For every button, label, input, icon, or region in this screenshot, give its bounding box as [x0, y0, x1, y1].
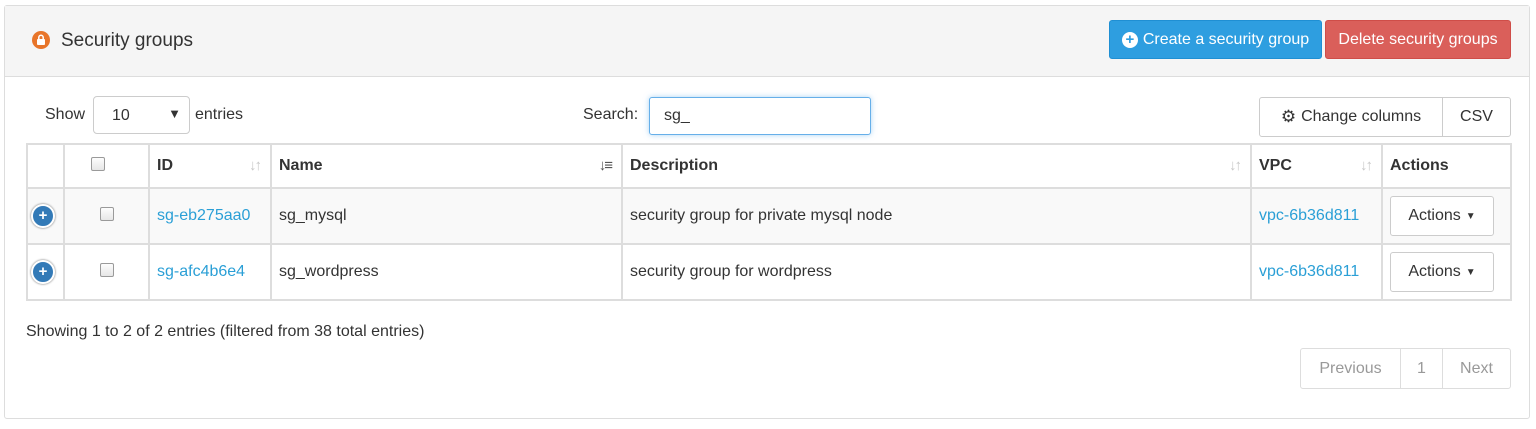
search-input[interactable]	[649, 97, 871, 135]
change-columns-button[interactable]: ⚙ Change columns	[1259, 97, 1443, 137]
column-header-vpc-label: VPC	[1259, 157, 1292, 174]
id-cell: sg-eb275aa0	[148, 187, 272, 245]
column-header-description[interactable]: Description ↓↑	[621, 143, 1252, 189]
description-cell: security group for private mysql node	[621, 187, 1252, 245]
csv-export-button[interactable]: CSV	[1442, 97, 1511, 137]
expand-row-icon[interactable]: +	[31, 204, 55, 228]
select-all-checkbox[interactable]	[90, 156, 105, 171]
expand-row-icon[interactable]: +	[31, 260, 55, 284]
description-cell: security group for wordpress	[621, 243, 1252, 301]
row-checkbox[interactable]	[100, 206, 114, 221]
row-actions-dropdown[interactable]: Actions ▼	[1390, 196, 1494, 236]
gear-icon: ⚙	[1280, 107, 1297, 126]
csv-label: CSV	[1460, 108, 1493, 125]
plus-circle-icon: +	[1121, 31, 1138, 48]
create-security-group-button[interactable]: + Create a security group	[1109, 20, 1322, 59]
column-header-vpc[interactable]: VPC ↓↑	[1250, 143, 1383, 189]
select-cell	[63, 187, 150, 245]
table-header-row: ID ↓↑ Name ↓≡ Description ↓↑ VPC ↓↑ Acti…	[26, 143, 1512, 189]
column-header-name-label: Name	[279, 157, 323, 174]
security-group-id-link[interactable]: sg-afc4b6e4	[157, 263, 245, 280]
row-checkbox[interactable]	[100, 262, 114, 277]
security-groups-table: ID ↓↑ Name ↓≡ Description ↓↑ VPC ↓↑ Acti…	[26, 143, 1512, 301]
change-columns-label: Change columns	[1301, 108, 1422, 125]
pagination-previous[interactable]: Previous	[1300, 348, 1401, 389]
page-size-value: 10	[112, 107, 130, 124]
pagination-page[interactable]: 1	[1400, 348, 1443, 389]
pagination-page-label: 1	[1417, 359, 1426, 377]
column-header-id-label: ID	[157, 157, 173, 174]
show-label: Show	[45, 106, 86, 123]
row-actions-dropdown[interactable]: Actions ▼	[1390, 252, 1494, 292]
expand-cell: +	[26, 243, 65, 301]
name-cell: sg_mysql	[270, 187, 623, 245]
caret-down-icon: ▼	[1465, 210, 1476, 222]
expand-column-header	[26, 143, 65, 189]
column-header-description-label: Description	[630, 157, 719, 174]
actions-cell: Actions ▼	[1381, 187, 1512, 245]
sort-ascending-icon: ↓≡	[598, 157, 613, 174]
caret-down-icon: ▼	[168, 106, 181, 121]
security-group-id-link[interactable]: sg-eb275aa0	[157, 207, 250, 224]
create-security-group-label: Create a security group	[1142, 30, 1310, 48]
pagination-next-label: Next	[1460, 359, 1493, 377]
actions-cell: Actions ▼	[1381, 243, 1512, 301]
pagination-previous-label: Previous	[1319, 359, 1382, 377]
select-cell	[63, 243, 150, 301]
column-header-id[interactable]: ID ↓↑	[148, 143, 272, 189]
vpc-link[interactable]: vpc-6b36d811	[1259, 207, 1359, 224]
sort-icon: ↓↑	[1360, 157, 1373, 174]
expand-cell: +	[26, 187, 65, 245]
select-all-header	[63, 143, 150, 189]
id-cell: sg-afc4b6e4	[148, 243, 272, 301]
row-actions-label: Actions	[1408, 263, 1461, 280]
column-header-actions-label: Actions	[1390, 157, 1449, 174]
page-title: Security groups	[61, 30, 194, 51]
sort-icon: ↓↑	[249, 157, 262, 174]
row-actions-label: Actions	[1408, 207, 1461, 224]
table-row: + sg-eb275aa0 sg_mysql security group fo…	[26, 187, 1512, 245]
caret-down-icon: ▼	[1465, 266, 1476, 278]
column-header-name[interactable]: Name ↓≡	[270, 143, 623, 189]
table-row: + sg-afc4b6e4 sg_wordpress security grou…	[26, 243, 1512, 301]
search-label: Search:	[583, 106, 639, 123]
vpc-cell: vpc-6b36d811	[1250, 187, 1383, 245]
delete-security-groups-label: Delete security groups	[1338, 30, 1498, 48]
lock-icon	[32, 31, 50, 49]
name-cell: sg_wordpress	[270, 243, 623, 301]
panel-header: Security groups + Create a security grou…	[5, 6, 1529, 77]
vpc-link[interactable]: vpc-6b36d811	[1259, 263, 1359, 280]
delete-security-groups-button[interactable]: Delete security groups	[1325, 20, 1511, 59]
page-size-select[interactable]: 10 ▼	[93, 96, 190, 134]
pagination-next[interactable]: Next	[1442, 348, 1511, 389]
entries-label: entries	[195, 106, 244, 123]
vpc-cell: vpc-6b36d811	[1250, 243, 1383, 301]
sort-icon: ↓↑	[1229, 157, 1242, 174]
table-info: Showing 1 to 2 of 2 entries (filtered fr…	[26, 323, 425, 340]
security-groups-panel: Security groups + Create a security grou…	[4, 5, 1530, 419]
column-header-actions: Actions	[1381, 143, 1512, 189]
